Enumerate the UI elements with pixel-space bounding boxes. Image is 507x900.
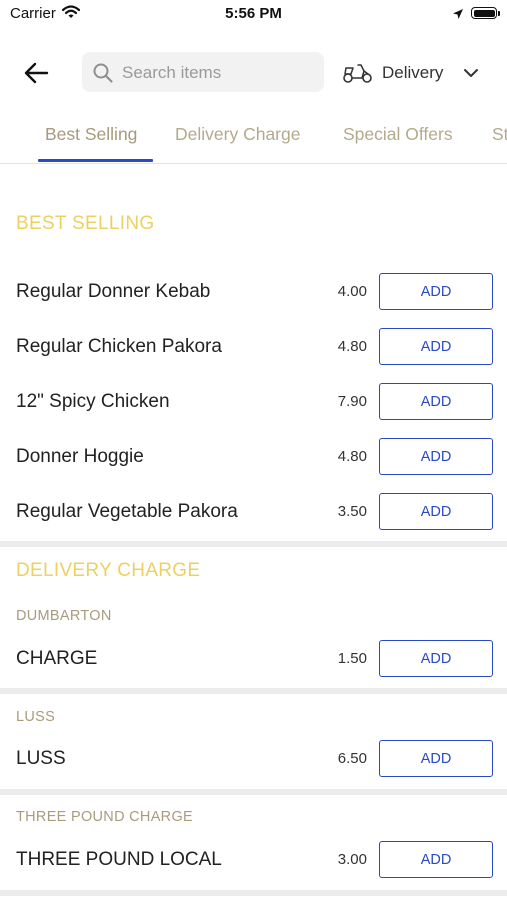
battery-icon	[471, 7, 497, 19]
add-button[interactable]: ADD	[379, 740, 493, 777]
item-name: 12" Spicy Chicken	[16, 391, 170, 412]
active-tab-indicator	[38, 159, 153, 162]
status-bar: Carrier 5:56 PM	[0, 0, 507, 30]
delivery-mode-label: Delivery	[382, 63, 444, 82]
item-price: 4.80	[337, 448, 367, 465]
item-name: THREE POUND LOCAL	[16, 849, 222, 870]
item-name: Donner Hoggie	[16, 446, 144, 467]
tab-partial[interactable]: St	[492, 124, 507, 145]
section-title-delivery-charge: DELIVERY CHARGE	[16, 560, 201, 581]
search-input[interactable]	[120, 60, 314, 86]
search-bar[interactable]	[82, 52, 324, 92]
section-divider	[0, 541, 507, 547]
add-button[interactable]: ADD	[379, 328, 493, 365]
clock-time: 5:56 PM	[225, 5, 282, 22]
scooter-icon	[342, 62, 374, 89]
item-name: Regular Vegetable Pakora	[16, 501, 238, 522]
group-divider	[0, 688, 507, 694]
item-name: CHARGE	[16, 648, 98, 669]
item-price: 4.80	[337, 338, 367, 355]
item-name: Regular Chicken Pakora	[16, 336, 222, 357]
category-tabs: Best Selling Delivery Charge Special Off…	[0, 110, 507, 164]
group-divider	[0, 789, 507, 795]
add-button[interactable]: ADD	[379, 383, 493, 420]
add-button[interactable]: ADD	[379, 841, 493, 878]
item-price: 3.50	[337, 503, 367, 520]
search-icon	[92, 62, 114, 89]
chevron-down-icon	[463, 66, 479, 84]
tab-delivery-charge[interactable]: Delivery Charge	[175, 124, 300, 145]
group-label: DUMBARTON	[16, 608, 112, 624]
delivery-mode-dropdown[interactable]: Delivery	[340, 55, 490, 89]
group-label: LUSS	[16, 709, 56, 725]
item-price: 7.90	[337, 393, 367, 410]
item-name: Regular Donner Kebab	[16, 281, 211, 302]
item-price: 6.50	[337, 750, 367, 767]
back-arrow-icon[interactable]	[20, 56, 54, 90]
item-price: 4.00	[337, 283, 367, 300]
item-price: 3.00	[337, 851, 367, 868]
add-button[interactable]: ADD	[379, 493, 493, 530]
item-name: LUSS	[16, 748, 66, 769]
add-button[interactable]: ADD	[379, 273, 493, 310]
item-price: 1.50	[337, 650, 367, 667]
add-button[interactable]: ADD	[379, 438, 493, 475]
tab-special-offers[interactable]: Special Offers	[343, 124, 453, 145]
group-divider	[0, 890, 507, 896]
tab-best-selling[interactable]: Best Selling	[45, 124, 137, 145]
add-button[interactable]: ADD	[379, 640, 493, 677]
battery-tip	[498, 11, 500, 16]
group-label: THREE POUND CHARGE	[16, 809, 193, 825]
location-arrow-icon	[452, 7, 464, 25]
section-title-best-selling: BEST SELLING	[16, 213, 155, 234]
